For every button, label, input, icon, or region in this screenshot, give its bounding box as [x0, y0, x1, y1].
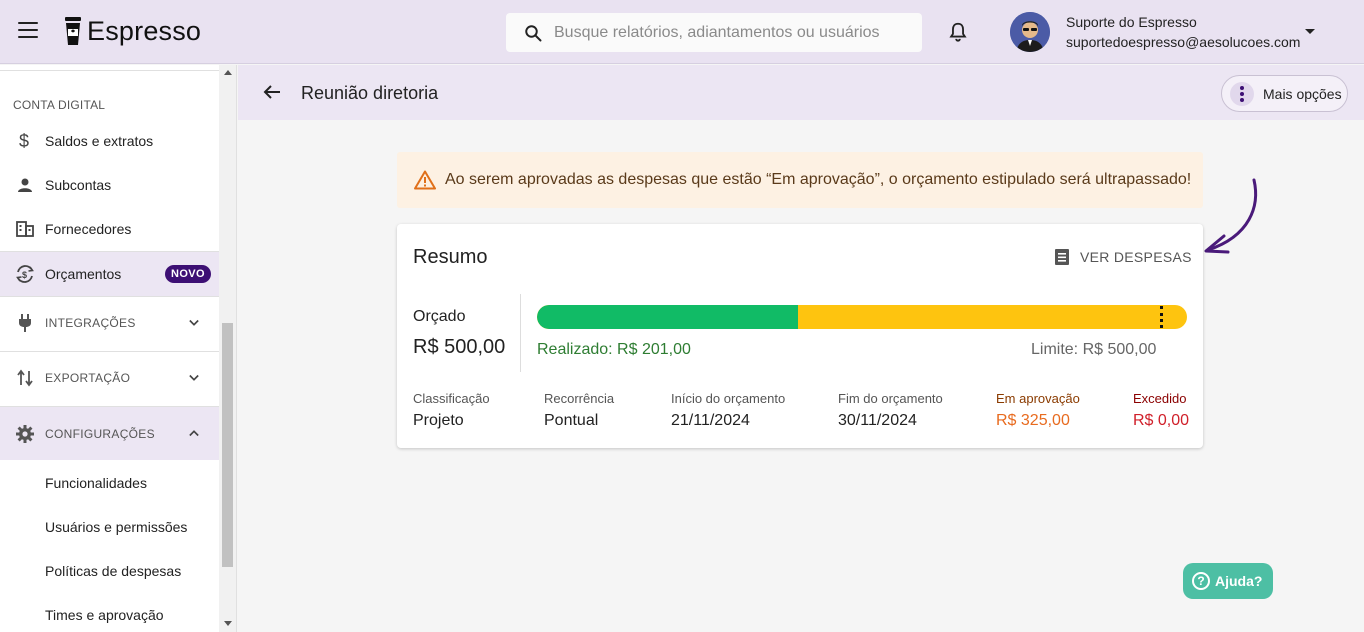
alert-message: Ao serem aprovadas as despesas que estão…	[445, 171, 1192, 188]
sidebar-item-integracoes[interactable]: INTEGRAÇÕES	[0, 301, 219, 345]
chevron-down-icon[interactable]	[189, 373, 199, 383]
sidebar-divider	[0, 351, 219, 352]
sidebar-item-label: Fornecedores	[45, 221, 132, 237]
new-badge: NOVO	[165, 265, 211, 283]
app-logo[interactable]: Espresso	[64, 13, 201, 49]
stat-fim-orcamento: Fim do orçamento 30/11/2024	[838, 391, 943, 430]
budget-progress-bar	[537, 305, 1187, 329]
svg-text:$: $	[22, 270, 27, 280]
help-label: Ajuda?	[1215, 573, 1263, 589]
summary-title: Resumo	[413, 246, 488, 268]
user-menu-caret-icon[interactable]	[1305, 29, 1315, 34]
stat-recorrencia: Recorrência Pontual	[544, 391, 614, 430]
sort-arrows-icon	[15, 368, 35, 388]
stat-value: R$ 325,00	[996, 412, 1070, 429]
realizado-progress-fill	[537, 305, 798, 329]
more-vertical-icon	[1230, 81, 1254, 106]
stat-classificacao: Classificação Projeto	[413, 391, 490, 430]
sidebar-item-saldos-extratos[interactable]: $ Saldos e extratos	[0, 119, 219, 163]
sidebar-scrollbar[interactable]	[219, 65, 236, 632]
top-app-bar: Espresso Suporte do Espresso suportedoes…	[0, 0, 1364, 64]
chevron-up-icon[interactable]	[189, 428, 199, 438]
stat-excedido: Excedido R$ 0,00	[1133, 391, 1189, 430]
stat-label: Classificação	[413, 391, 490, 406]
sidebar-item-exportacao[interactable]: EXPORTAÇÃO	[0, 356, 219, 400]
notifications-bell-icon[interactable]	[947, 21, 969, 43]
sidebar-item-label: Orçamentos	[45, 266, 122, 282]
realizado-text: Realizado: R$ 201,00	[537, 341, 691, 358]
more-options-button[interactable]: Mais opções	[1221, 75, 1348, 112]
sidebar-item-configuracoes[interactable]: CONFIGURAÇÕES	[0, 407, 219, 460]
page-title: Reunião diretoria	[301, 83, 439, 103]
person-icon	[15, 175, 35, 195]
sidebar-item-label: Subcontas	[45, 177, 112, 193]
menu-icon[interactable]	[18, 22, 38, 38]
svg-text:$: $	[19, 131, 29, 151]
stat-value: 21/11/2024	[671, 412, 750, 429]
sidebar-subitem-politicas-despesas[interactable]: Políticas de despesas	[45, 563, 181, 579]
summary-card: Resumo VER DESPESAS Orçado R$ 500,00 Rea…	[397, 224, 1203, 448]
gear-icon	[15, 424, 35, 444]
sidebar-subitem-funcionalidades[interactable]: Funcionalidades	[45, 475, 147, 491]
user-avatar[interactable]	[1010, 12, 1050, 52]
scrollbar-thumb[interactable]	[222, 323, 233, 567]
sidebar-item-label: INTEGRAÇÕES	[45, 316, 136, 330]
dollar-icon: $	[15, 131, 35, 151]
sidebar-item-orcamentos[interactable]: $ Orçamentos NOVO	[0, 252, 219, 296]
scroll-up-arrow-icon[interactable]	[224, 70, 232, 75]
stat-em-aprovacao: Em aprovação R$ 325,00	[996, 391, 1080, 430]
coffee-cup-icon	[65, 17, 81, 45]
sidebar-item-fornecedores[interactable]: Fornecedores	[0, 207, 219, 251]
receipt-list-icon	[1055, 249, 1069, 265]
more-options-label: Mais opções	[1263, 85, 1342, 102]
sidebar-section-conta-digital: CONTA DIGITAL	[13, 98, 106, 112]
budget-warning-alert: Ao serem aprovadas as despesas que estão…	[397, 152, 1203, 208]
stat-label: Excedido	[1133, 391, 1187, 406]
stat-value: 30/11/2024	[838, 412, 917, 429]
sidebar-divider	[0, 296, 219, 297]
sidebar-item-label: EXPORTAÇÃO	[45, 371, 131, 385]
stat-label: Fim do orçamento	[838, 391, 943, 406]
sidebar: CONTA DIGITAL $ Saldos e extratos Subcon…	[0, 65, 237, 632]
orcado-label: Orçado	[413, 308, 466, 325]
sidebar-item-label: CONFIGURAÇÕES	[45, 426, 155, 441]
budget-icon: $	[15, 264, 35, 284]
stat-label: Recorrência	[544, 391, 615, 406]
sidebar-divider	[0, 70, 219, 71]
page-header: Reunião diretoria Mais opções	[238, 65, 1364, 120]
sidebar-subitem-times-aprovacao[interactable]: Times e aprovação	[45, 607, 164, 623]
search-bar[interactable]	[506, 13, 922, 52]
stat-inicio-orcamento: Início do orçamento 21/11/2024	[671, 391, 785, 430]
chevron-down-icon[interactable]	[189, 318, 199, 328]
limit-marker	[1160, 306, 1163, 328]
stat-label: Em aprovação	[996, 391, 1080, 406]
plug-icon	[15, 313, 35, 333]
vertical-divider	[520, 294, 521, 372]
warning-triangle-icon	[414, 170, 436, 190]
stat-value: Pontual	[544, 412, 599, 429]
search-icon	[525, 24, 542, 41]
orcado-value: R$ 500,00	[413, 336, 506, 358]
sidebar-item-label: Saldos e extratos	[45, 133, 154, 149]
annotation-arrow-icon	[1204, 178, 1258, 254]
back-arrow-icon[interactable]	[263, 84, 281, 100]
stat-value: R$ 0,00	[1133, 412, 1190, 429]
ver-despesas-button[interactable]: VER DESPESAS	[1054, 248, 1192, 266]
user-email: suportedoespresso@aesolucoes.com	[1066, 34, 1301, 50]
scroll-down-arrow-icon[interactable]	[224, 621, 232, 626]
stat-label: Início do orçamento	[671, 391, 786, 406]
user-name: Suporte do Espresso	[1066, 14, 1197, 30]
search-input[interactable]	[554, 23, 914, 42]
ver-despesas-label: VER DESPESAS	[1080, 249, 1192, 265]
help-question-icon: ?	[1192, 572, 1210, 590]
avatar-person-icon	[1010, 12, 1050, 52]
app-name: Espresso	[87, 15, 202, 46]
sidebar-item-subcontas[interactable]: Subcontas	[0, 163, 219, 207]
limite-text: Limite: R$ 500,00	[1031, 341, 1157, 358]
building-icon	[15, 219, 35, 239]
stat-value: Projeto	[413, 412, 464, 429]
help-button[interactable]: ? Ajuda?	[1183, 563, 1273, 599]
sidebar-subitem-usuarios-permissoes[interactable]: Usuários e permissões	[45, 519, 187, 535]
